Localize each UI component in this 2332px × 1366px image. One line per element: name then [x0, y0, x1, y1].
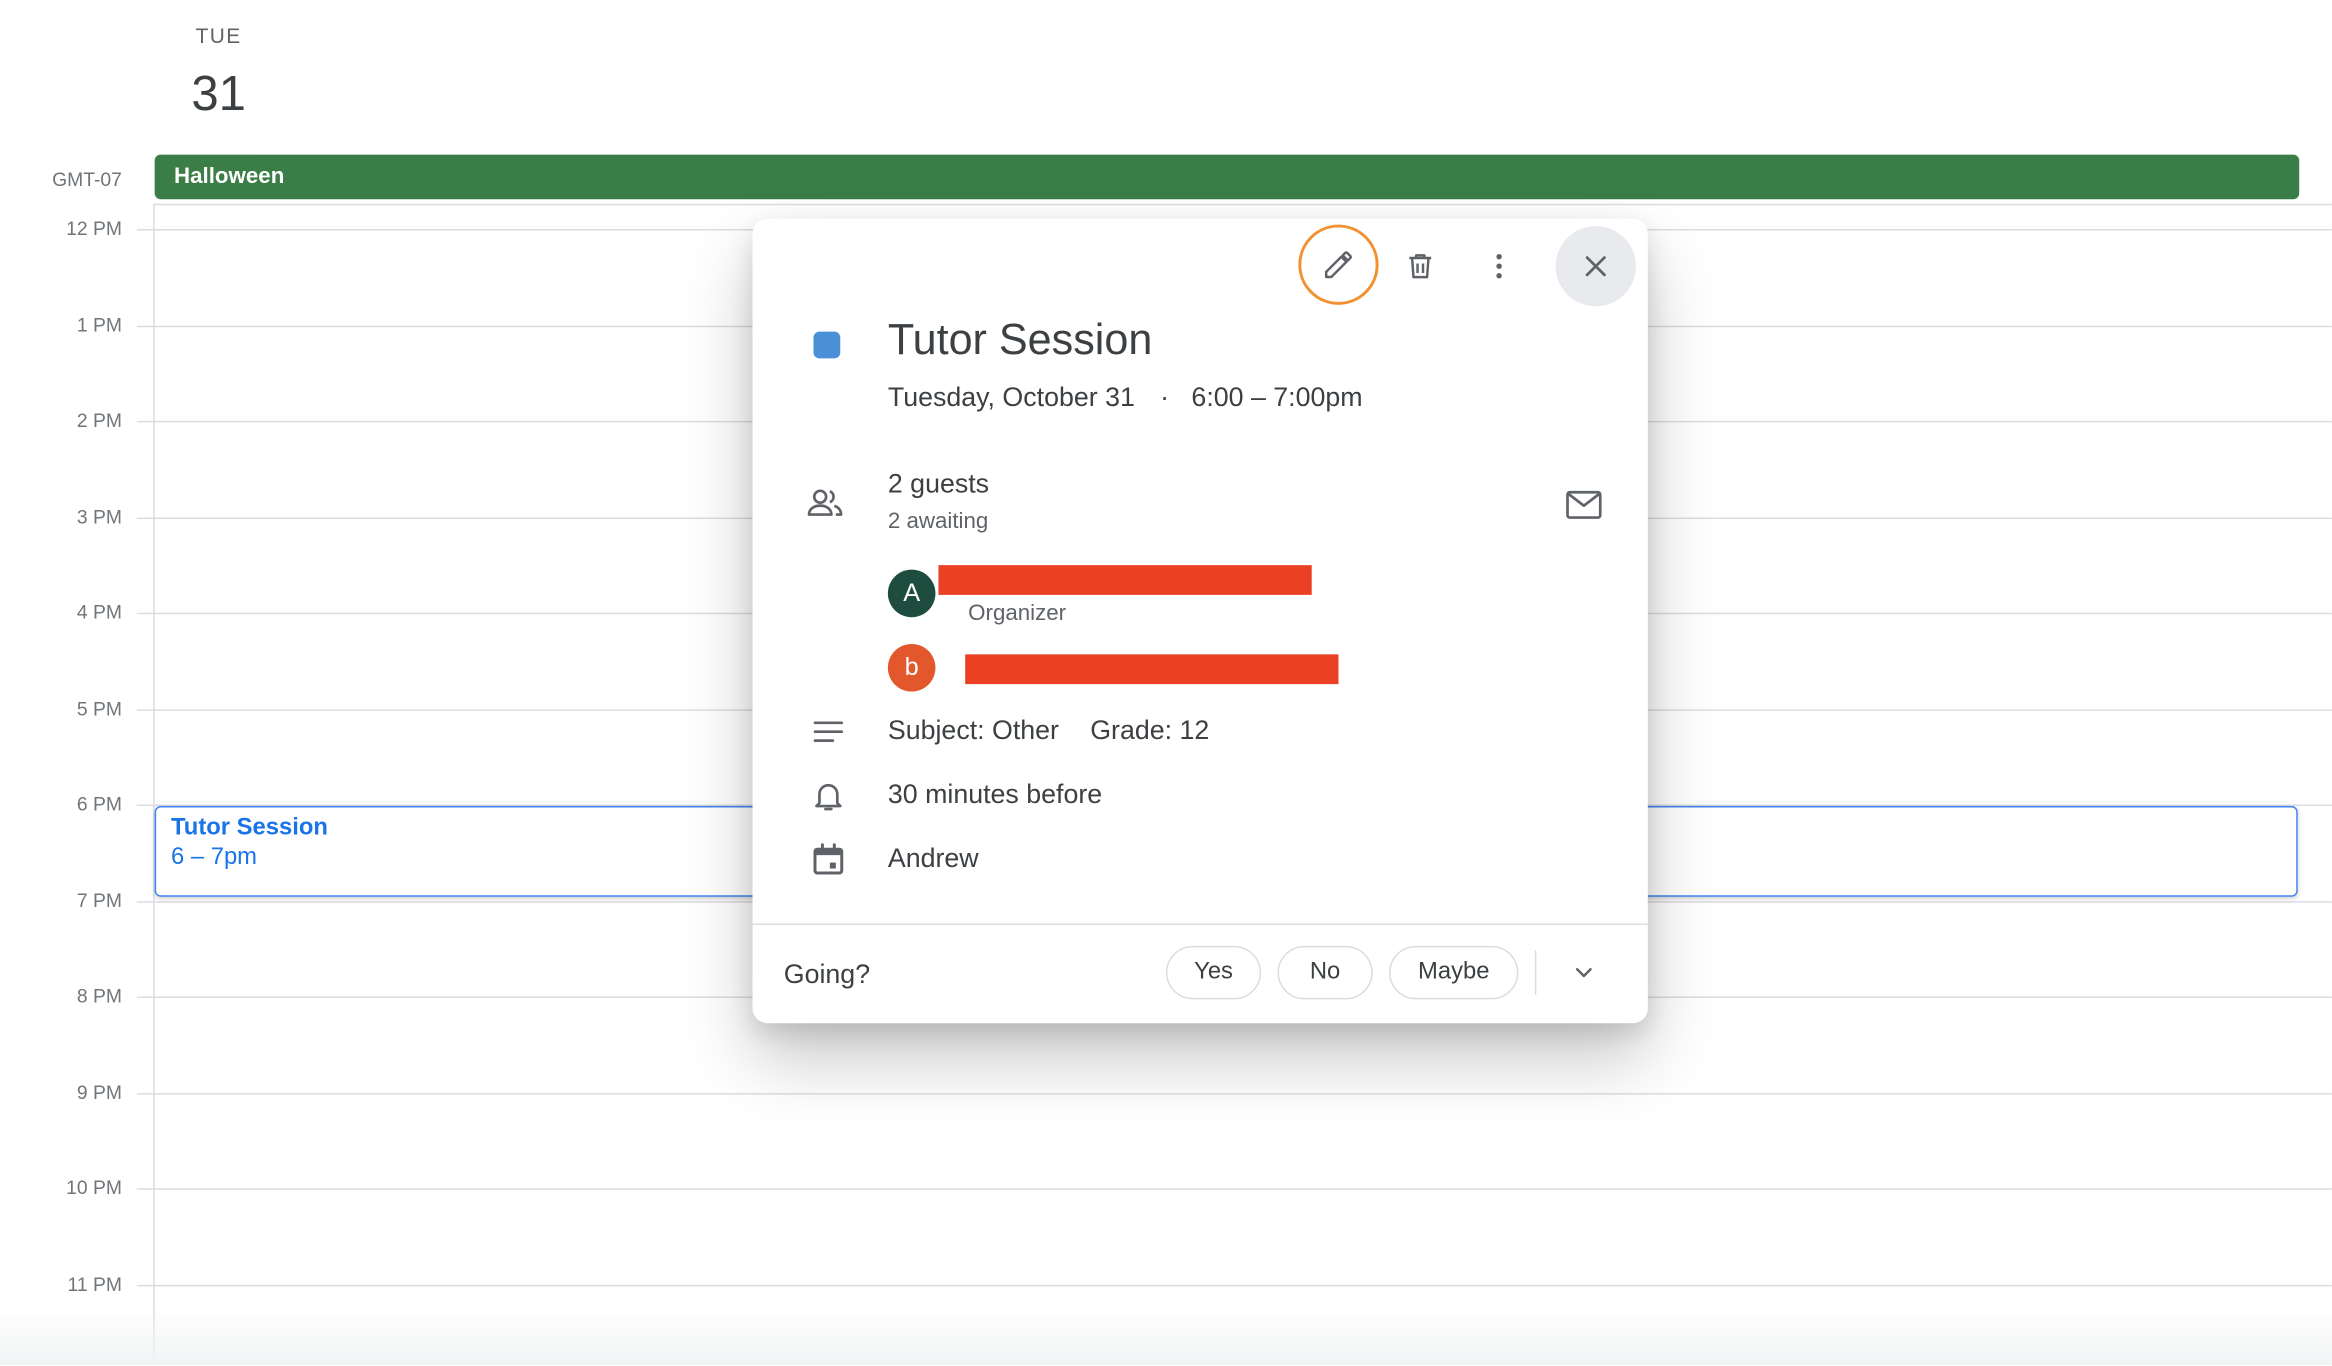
timezone-label: GMT-07	[52, 168, 122, 191]
mail-icon	[1566, 490, 1602, 519]
guests-status: 2 awaiting	[887, 508, 989, 534]
hour-label: 3 PM	[76, 504, 122, 528]
description-row-icon	[809, 712, 848, 751]
people-icon	[807, 489, 843, 516]
day-number[interactable]: 31	[155, 65, 283, 122]
hour-label: 12 PM	[66, 217, 122, 240]
description-grade: Grade: 12	[1090, 715, 1210, 746]
hour-label: 4 PM	[76, 600, 122, 624]
popup-footer-divider	[752, 923, 1648, 926]
bottom-scroll-shadow	[0, 1305, 2332, 1366]
edit-event-button[interactable]	[1298, 224, 1379, 305]
event-description: Subject: Other Grade: 12	[888, 715, 1233, 746]
all-day-event-halloween[interactable]: Halloween	[154, 154, 2300, 200]
calendar-icon	[813, 843, 844, 875]
rsvp-more-options-button[interactable]	[1563, 952, 1605, 994]
redacted-guest-name	[965, 654, 1339, 685]
delete-event-button[interactable]	[1391, 236, 1450, 295]
description-subject: Subject: Other	[887, 715, 1059, 746]
hour-gridline	[136, 1188, 2332, 1190]
hour-row[interactable]: 10 PM	[0, 1176, 2332, 1199]
bell-icon	[815, 783, 842, 811]
calendar-day-view: TUE 31 GMT-07 Halloween 12 PM 1 PM 2 PM …	[0, 0, 2332, 1366]
more-vert-icon	[1496, 253, 1502, 279]
hour-label: 5 PM	[76, 696, 122, 720]
hour-row[interactable]: 11 PM	[0, 1272, 2332, 1295]
event-time: 6:00 – 7:00pm	[1191, 382, 1363, 412]
time-gutter-divider	[153, 203, 155, 1366]
close-icon	[1585, 256, 1606, 277]
event-details-popup: Tutor Session Tuesday, October 31 · 6:00…	[752, 218, 1648, 1024]
hour-gridline	[136, 1092, 2332, 1094]
hour-gridline	[136, 1284, 2332, 1286]
rsvp-maybe-button[interactable]: Maybe	[1389, 945, 1519, 1000]
guests-count[interactable]: 2 guests	[888, 468, 989, 499]
hour-label: 10 PM	[66, 1176, 122, 1199]
event-color-indicator	[813, 331, 841, 359]
event-reminder: 30 minutes before	[887, 779, 1103, 810]
hour-row[interactable]: 9 PM	[0, 1080, 2332, 1103]
avatar[interactable]: A	[887, 569, 936, 618]
event-calendar-owner: Andrew	[887, 843, 979, 873]
hour-label: 1 PM	[76, 313, 122, 336]
rsvp-question: Going?	[783, 959, 871, 989]
notes-icon	[813, 721, 844, 742]
reminder-row-icon	[809, 776, 848, 815]
event-date-time: Tuesday, October 31 · 6:00 – 7:00pm	[888, 382, 1363, 413]
calendar-row-icon	[809, 840, 848, 879]
hour-label: 9 PM	[76, 1080, 122, 1103]
day-weekday: TUE	[195, 23, 242, 48]
chevron-down-icon	[1575, 968, 1592, 978]
all-day-divider	[154, 203, 2332, 206]
rsvp-separator	[1534, 950, 1537, 995]
hour-label: 7 PM	[76, 888, 122, 911]
guest-role-organizer: Organizer	[968, 600, 1067, 627]
rsvp-no-button[interactable]: No	[1277, 945, 1373, 1000]
pencil-icon	[1324, 251, 1352, 279]
guests-row-icon	[806, 483, 845, 522]
redacted-guest-name	[938, 565, 1312, 595]
hour-label: 6 PM	[76, 792, 122, 815]
date-time-separator: ·	[1160, 382, 1170, 412]
event-date: Tuesday, October 31	[887, 382, 1135, 412]
hour-label: 8 PM	[76, 984, 122, 1007]
email-guests-button[interactable]	[1559, 480, 1610, 531]
event-title: Tutor Session	[887, 316, 1153, 365]
rsvp-yes-button[interactable]: Yes	[1165, 945, 1262, 1000]
avatar[interactable]: b	[887, 643, 936, 692]
hour-label: 2 PM	[76, 408, 122, 432]
trash-icon	[1409, 254, 1432, 279]
more-options-button[interactable]	[1469, 236, 1528, 295]
close-popup-button[interactable]	[1555, 226, 1636, 307]
hour-label: 11 PM	[67, 1272, 122, 1295]
